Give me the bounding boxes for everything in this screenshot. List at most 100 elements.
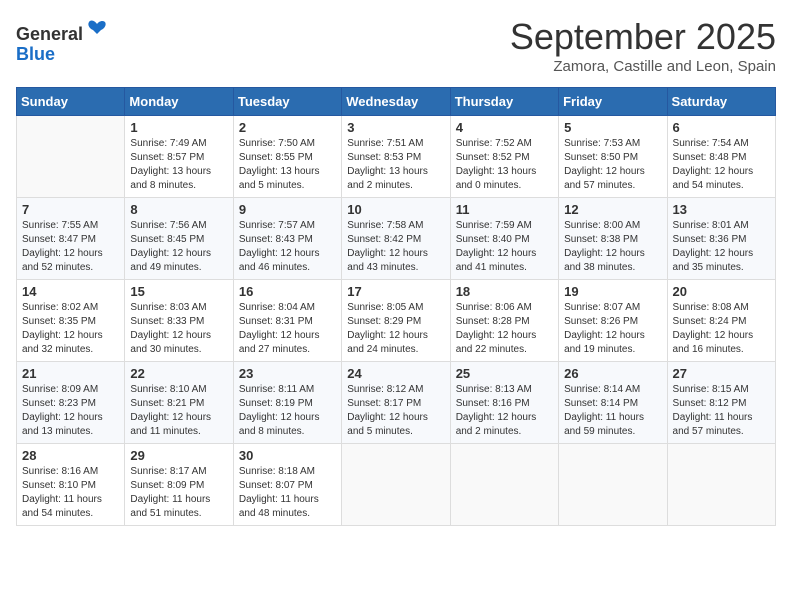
day-sun-info: Sunrise: 8:18 AMSunset: 8:07 PMDaylight:… (239, 465, 336, 521)
calendar-week-row: 1 Sunrise: 7:49 AMSunset: 8:57 PMDaylight… (17, 116, 776, 198)
logo: General Blue (16, 16, 109, 65)
calendar-day-cell (17, 116, 125, 198)
calendar-day-cell (342, 444, 450, 526)
calendar-day-cell: 16 Sunrise: 8:04 AMSunset: 8:31 PMDayligh… (233, 280, 341, 362)
day-number: 7 (22, 202, 119, 217)
calendar-day-cell: 6Sunrise: 7:54 AMSunset: 8:48 PMDaylight… (667, 116, 775, 198)
title-block: September 2025 Zamora, Castille and Leon… (510, 16, 776, 75)
calendar-day-cell: 24 Sunrise: 8:12 AMSunset: 8:17 PMDayligh… (342, 362, 450, 444)
day-sun-info: Sunrise: 8:07 AMSunset: 8:26 PMDaylight:… (564, 301, 661, 357)
day-sun-info: Sunrise: 8:01 AMSunset: 8:36 PMDaylight:… (673, 219, 770, 275)
day-sun-info: Sunrise: 8:12 AMSunset: 8:17 PMDaylight:… (347, 383, 444, 439)
day-number: 24 (347, 366, 444, 381)
day-number: 29 (130, 448, 227, 463)
calendar-week-row: 7 Sunrise: 7:55 AMSunset: 8:47 PMDaylight… (17, 198, 776, 280)
logo-blue: Blue (16, 44, 55, 64)
calendar-day-cell: 3Sunrise: 7:51 AMSunset: 8:53 PMDaylight… (342, 116, 450, 198)
calendar-day-cell: 7 Sunrise: 7:55 AMSunset: 8:47 PMDaylight… (17, 198, 125, 280)
day-sun-info: Sunrise: 8:17 AMSunset: 8:09 PMDaylight:… (130, 465, 227, 521)
calendar-day-cell: 5 Sunrise: 7:53 AMSunset: 8:50 PMDaylight… (559, 116, 667, 198)
day-number: 30 (239, 448, 336, 463)
day-number: 10 (347, 202, 444, 217)
day-sun-info: Sunrise: 7:58 AMSunset: 8:42 PMDaylight:… (347, 219, 444, 275)
calendar-day-cell: 19 Sunrise: 8:07 AMSunset: 8:26 PMDayligh… (559, 280, 667, 362)
day-number: 5 (564, 120, 661, 135)
calendar-day-cell: 10 Sunrise: 7:58 AMSunset: 8:42 PMDayligh… (342, 198, 450, 280)
day-sun-info: Sunrise: 8:03 AMSunset: 8:33 PMDaylight:… (130, 301, 227, 357)
day-sun-info: Sunrise: 8:04 AMSunset: 8:31 PMDaylight:… (239, 301, 336, 357)
weekday-header: Thursday (450, 88, 558, 116)
calendar-day-cell: 12Sunrise: 8:00 AMSunset: 8:38 PMDayligh… (559, 198, 667, 280)
calendar-day-cell: 18 Sunrise: 8:06 AMSunset: 8:28 PMDayligh… (450, 280, 558, 362)
calendar-week-row: 14 Sunrise: 8:02 AMSunset: 8:35 PMDayligh… (17, 280, 776, 362)
day-number: 22 (130, 366, 227, 381)
day-number: 9 (239, 202, 336, 217)
day-number: 18 (456, 284, 553, 299)
calendar-day-cell (667, 444, 775, 526)
day-sun-info: Sunrise: 7:50 AMSunset: 8:55 PMDaylight:… (239, 137, 336, 193)
day-sun-info: Sunrise: 7:49 AMSunset: 8:57 PMDaylight:… (130, 137, 227, 193)
day-sun-info: Sunrise: 8:08 AMSunset: 8:24 PMDaylight:… (673, 301, 770, 357)
logo-bird-icon (85, 16, 109, 40)
calendar-day-cell: 28Sunrise: 8:16 AMSunset: 8:10 PMDayligh… (17, 444, 125, 526)
weekday-header: Tuesday (233, 88, 341, 116)
calendar-day-cell: 25 Sunrise: 8:13 AMSunset: 8:16 PMDayligh… (450, 362, 558, 444)
calendar-day-cell: 2 Sunrise: 7:50 AMSunset: 8:55 PMDaylight… (233, 116, 341, 198)
calendar-day-cell: 1 Sunrise: 7:49 AMSunset: 8:57 PMDaylight… (125, 116, 233, 198)
day-number: 6 (673, 120, 770, 135)
day-sun-info: Sunrise: 8:05 AMSunset: 8:29 PMDaylight:… (347, 301, 444, 357)
day-number: 20 (673, 284, 770, 299)
day-number: 1 (130, 120, 227, 135)
calendar-day-cell: 27 Sunrise: 8:15 AMSunset: 8:12 PMDayligh… (667, 362, 775, 444)
day-sun-info: Sunrise: 8:02 AMSunset: 8:35 PMDaylight:… (22, 301, 119, 357)
location: Zamora, Castille and Leon, Spain (510, 58, 776, 75)
day-sun-info: Sunrise: 7:56 AMSunset: 8:45 PMDaylight:… (130, 219, 227, 275)
calendar-day-cell: 8 Sunrise: 7:56 AMSunset: 8:45 PMDaylight… (125, 198, 233, 280)
day-sun-info: Sunrise: 7:59 AMSunset: 8:40 PMDaylight:… (456, 219, 553, 275)
day-number: 11 (456, 202, 553, 217)
day-sun-info: Sunrise: 8:15 AMSunset: 8:12 PMDaylight:… (673, 383, 770, 439)
page-header: General Blue September 2025 Zamora, Cast… (16, 16, 776, 75)
day-number: 28 (22, 448, 119, 463)
weekday-header: Friday (559, 88, 667, 116)
calendar-day-cell: 17 Sunrise: 8:05 AMSunset: 8:29 PMDayligh… (342, 280, 450, 362)
day-sun-info: Sunrise: 8:13 AMSunset: 8:16 PMDaylight:… (456, 383, 553, 439)
day-number: 13 (673, 202, 770, 217)
day-number: 17 (347, 284, 444, 299)
calendar-day-cell: 14 Sunrise: 8:02 AMSunset: 8:35 PMDayligh… (17, 280, 125, 362)
calendar-day-cell: 30 Sunrise: 8:18 AMSunset: 8:07 PMDayligh… (233, 444, 341, 526)
day-number: 27 (673, 366, 770, 381)
day-sun-info: Sunrise: 8:10 AMSunset: 8:21 PMDaylight:… (130, 383, 227, 439)
calendar-day-cell: 26 Sunrise: 8:14 AMSunset: 8:14 PMDayligh… (559, 362, 667, 444)
calendar-day-cell: 22 Sunrise: 8:10 AMSunset: 8:21 PMDayligh… (125, 362, 233, 444)
calendar-day-cell: 29 Sunrise: 8:17 AMSunset: 8:09 PMDayligh… (125, 444, 233, 526)
day-number: 4 (456, 120, 553, 135)
calendar-day-cell: 20 Sunrise: 8:08 AMSunset: 8:24 PMDayligh… (667, 280, 775, 362)
day-sun-info: Sunrise: 7:55 AMSunset: 8:47 PMDaylight:… (22, 219, 119, 275)
calendar-day-cell: 4 Sunrise: 7:52 AMSunset: 8:52 PMDaylight… (450, 116, 558, 198)
calendar-day-cell: 23Sunrise: 8:11 AMSunset: 8:19 PMDayligh… (233, 362, 341, 444)
day-number: 8 (130, 202, 227, 217)
day-number: 26 (564, 366, 661, 381)
day-number: 16 (239, 284, 336, 299)
day-sun-info: Sunrise: 7:53 AMSunset: 8:50 PMDaylight:… (564, 137, 661, 193)
day-number: 12 (564, 202, 661, 217)
day-number: 14 (22, 284, 119, 299)
month-title: September 2025 (510, 16, 776, 58)
weekday-header: Monday (125, 88, 233, 116)
day-number: 15 (130, 284, 227, 299)
calendar-table: SundayMondayTuesdayWednesdayThursdayFrid… (16, 87, 776, 526)
day-sun-info: Sunrise: 8:14 AMSunset: 8:14 PMDaylight:… (564, 383, 661, 439)
day-number: 2 (239, 120, 336, 135)
day-number: 19 (564, 284, 661, 299)
day-sun-info: Sunrise: 8:06 AMSunset: 8:28 PMDaylight:… (456, 301, 553, 357)
day-number: 21 (22, 366, 119, 381)
weekday-header: Wednesday (342, 88, 450, 116)
weekday-header: Saturday (667, 88, 775, 116)
day-number: 25 (456, 366, 553, 381)
logo-general: General (16, 24, 83, 44)
calendar-day-cell: 11 Sunrise: 7:59 AMSunset: 8:40 PMDayligh… (450, 198, 558, 280)
day-sun-info: Sunrise: 7:52 AMSunset: 8:52 PMDaylight:… (456, 137, 553, 193)
calendar-day-cell (450, 444, 558, 526)
weekday-header: Sunday (17, 88, 125, 116)
